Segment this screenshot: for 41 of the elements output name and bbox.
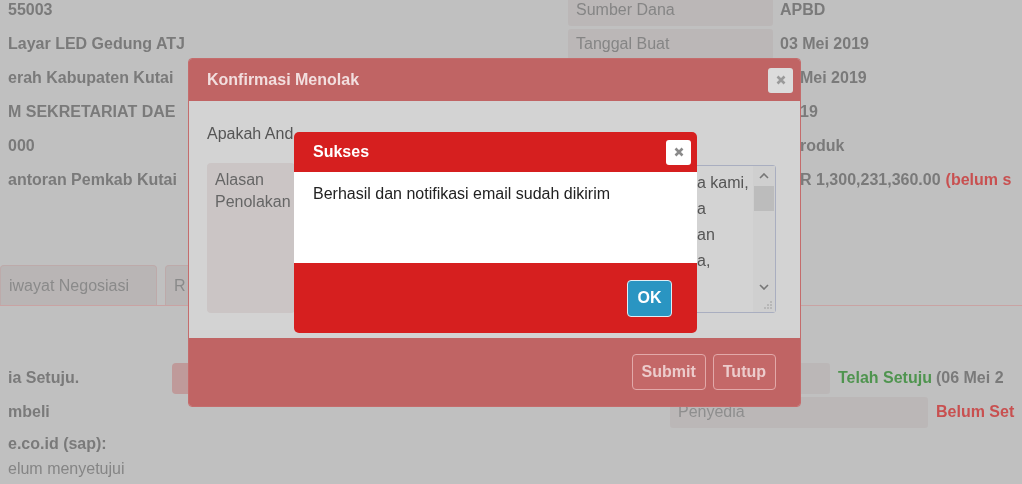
success-message: Berhasil dan notifikasi email sudah dikirim [313,185,611,202]
field-value: 19 [800,103,818,121]
info-text: 55003 [8,1,53,19]
info-text: Layar LED Gedung ATJ [8,35,185,53]
scrollbar[interactable] [753,166,775,312]
info-text: erah Kabupaten Kutai [8,69,174,87]
info-text: M SEKRETARIAT DAE [8,103,176,121]
close-icon [673,147,684,157]
dialog-title: Sukses [313,143,370,161]
reason-label: Alasan Penolakan [215,171,291,210]
approval-date: (06 Mei 2 [935,369,1004,387]
approval-status: Belum Set [936,403,1015,421]
info-text: elum menyetujui [8,459,126,479]
field-value: roduk [800,137,845,155]
info-text: 000 [8,137,35,155]
confirm-question: Apakah And [207,125,295,144]
field-value: Mei 2019 [800,69,867,87]
info-text: antoran Pemkab Kutai [8,171,177,189]
textarea-text: a [697,199,707,219]
textarea-text: a, [697,251,712,271]
scroll-down-icon [759,284,769,290]
dialog-button[interactable]: Submit [631,354,706,390]
info-text: e.co.id (sap): [8,434,108,454]
textarea-text: an [697,225,716,245]
approval-label: mbeli [8,403,50,421]
resize-grip-icon[interactable] [764,301,772,309]
scroll-up-icon [759,173,769,179]
close-button[interactable] [768,67,793,93]
field-value: 03 Mei 2019 [780,35,869,53]
dialog-title: Konfirmasi Menolak [207,71,360,89]
approval-status: Telah Setuju [838,369,932,387]
field-value: APBD [780,1,826,19]
status-note: (belum s [945,171,1012,189]
approval-label: ia Setuju. [8,369,80,387]
close-button[interactable] [666,139,691,165]
dialog-button[interactable]: Tutup [712,354,776,390]
textarea-text: a kami, [697,173,750,193]
scroll-thumb[interactable] [754,186,774,211]
close-icon [775,75,786,85]
ok-button[interactable]: OK [627,279,672,317]
field-value: R 1,300,231,360.00 [800,171,941,189]
